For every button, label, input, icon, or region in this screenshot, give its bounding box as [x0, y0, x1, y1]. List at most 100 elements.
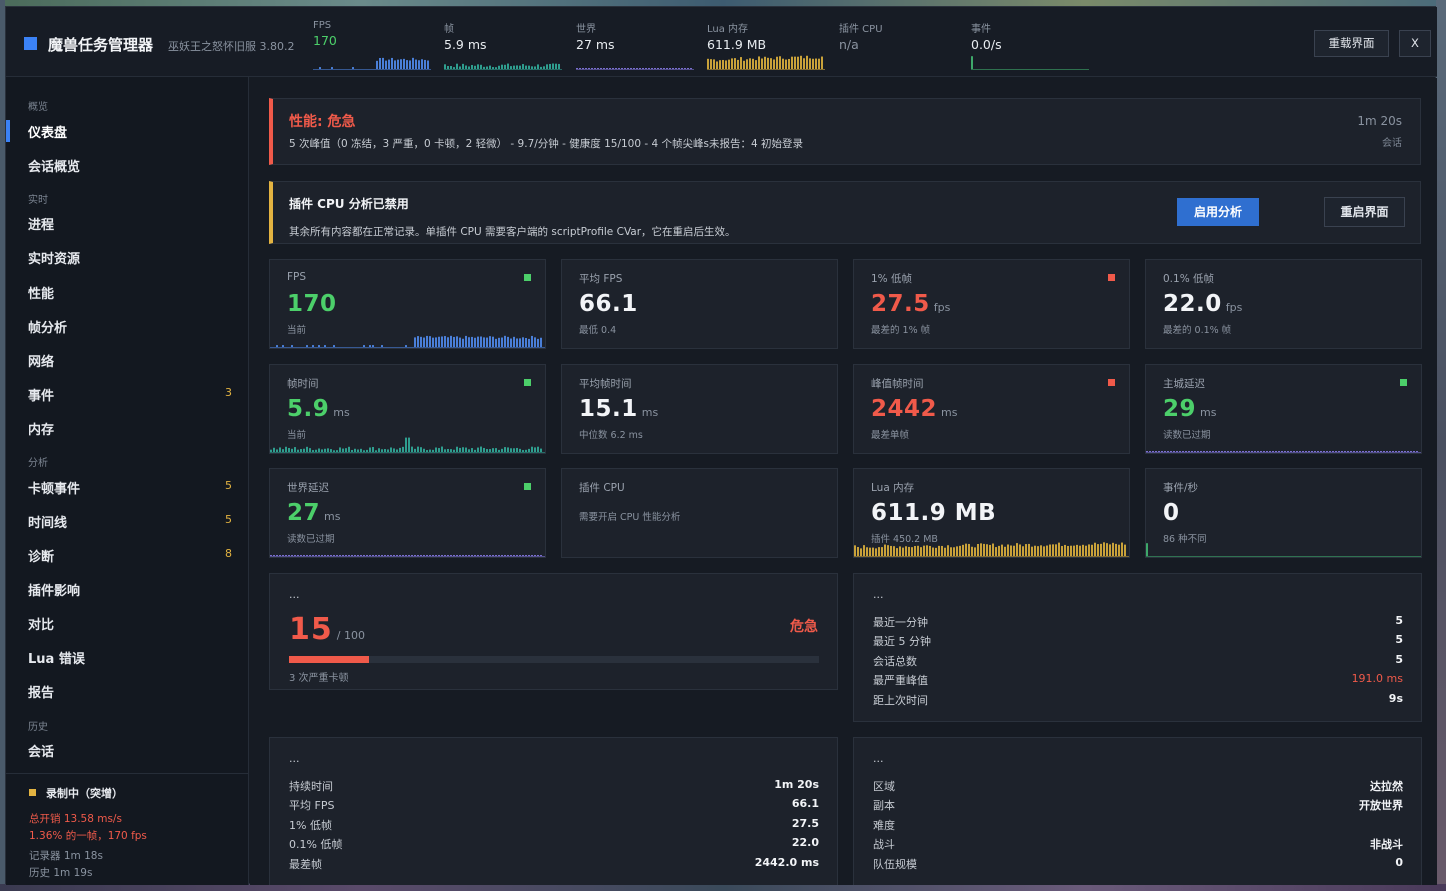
sparkline-bar [501, 337, 503, 347]
sparkline-bar [1031, 546, 1033, 556]
sparkline-bar [381, 345, 383, 347]
sidebar-item-dashboard[interactable]: 仪表盘 [28, 122, 238, 141]
enable-profiling-button[interactable]: 启用分析 [1177, 198, 1259, 226]
sidebar-item-events[interactable]: 事件 3 [28, 385, 238, 404]
sparkline-bar [324, 345, 326, 347]
sidebar-item-session-overview[interactable]: 会话概览 [28, 156, 238, 175]
sparkline-bar [968, 543, 970, 556]
sparkline-bar [980, 543, 982, 556]
sparkline-bar [525, 449, 527, 452]
sidebar-item-memory[interactable]: 内存 [28, 419, 238, 438]
sparkline-bar [348, 446, 350, 452]
sparkline-bar [1311, 451, 1313, 452]
sparkline-bar [315, 555, 317, 556]
sparkline-bar [713, 59, 715, 69]
sparkline-bar [447, 65, 449, 69]
sparkline-bar [1197, 451, 1199, 452]
sparkline-bar [962, 544, 964, 556]
sparkline-bar [411, 446, 413, 452]
sparkline-bar [462, 63, 464, 69]
card-label: 峰值帧时间 [871, 378, 924, 390]
sparkline-bar [462, 555, 464, 556]
sparkline-bar [420, 447, 422, 452]
sparkline-bar [468, 555, 470, 556]
sparkline-bar [516, 338, 518, 347]
sparkline-bar [453, 555, 455, 556]
status-dot-icon [1108, 274, 1115, 281]
sparkline-bar [1350, 451, 1352, 452]
sidebar-item-lua-errors[interactable]: Lua 错误 [28, 648, 238, 667]
sidebar-item-network[interactable]: 网络 [28, 351, 238, 370]
reload-ui-button[interactable]: 重载界面 [1314, 30, 1389, 57]
sparkline-bar [1386, 451, 1388, 452]
sparkline-bar [1112, 542, 1114, 556]
sparkline-bar [435, 447, 437, 452]
sparkline-bar [498, 65, 500, 69]
status-dot-icon [524, 483, 531, 490]
sparkline-bar [450, 335, 452, 347]
sparkline-bar [1278, 451, 1280, 452]
sparkline-bar [543, 66, 545, 69]
sidebar-item-timeline[interactable]: 时间线 5 [28, 512, 238, 531]
sparkline-bar [648, 68, 650, 69]
sparkline-bar [1007, 544, 1009, 556]
sparkline-bar [279, 555, 281, 556]
sparkline-bar [471, 64, 473, 69]
sidebar-item-compare[interactable]: 对比 [28, 614, 238, 633]
restart-ui-button[interactable]: 重启界面 [1324, 197, 1405, 227]
header-metric-lua: Lua 内存 611.9 MB [707, 20, 827, 70]
metric-card-addon-cpu: 插件 CPU 需要开启 CPU 性能分析 [561, 468, 838, 558]
background-right [1436, 0, 1446, 891]
sidebar-item-label: 网络 [28, 355, 55, 370]
sidebar-item-label: 时间线 [28, 516, 68, 531]
sparkline-bar [391, 57, 393, 69]
sparkline-bar [1158, 451, 1160, 452]
sidebar-item-hitch-events[interactable]: 卡顿事件 5 [28, 478, 238, 497]
sparkline-bar [675, 68, 677, 69]
sidebar-item-count: 3 [225, 386, 232, 399]
sidebar-item-frame-analysis[interactable]: 帧分析 [28, 317, 238, 336]
card-subtext: 最差单帧 [871, 430, 910, 441]
sparkline-bar [516, 447, 518, 452]
kv-row: 0.1% 低帧 22.0 [289, 836, 819, 854]
kv-key: 会话总数 [873, 655, 917, 668]
sidebar-item-sessions[interactable]: 会话 [28, 741, 238, 760]
card-value-number: 22.0 [1163, 291, 1222, 317]
card-unit: ms [333, 406, 350, 419]
sparkline-bar [528, 65, 530, 69]
sparkline-bar [1260, 451, 1262, 452]
sidebar-item-realtime-resources[interactable]: 实时资源 [28, 248, 238, 267]
sparkline-bar [1296, 451, 1298, 452]
close-button[interactable]: X [1399, 30, 1431, 57]
sparkline-bar [1356, 451, 1358, 452]
sparkline-bar [540, 555, 542, 556]
sparkline-bar [303, 448, 305, 452]
sidebar-item-addon-impact[interactable]: 插件影响 [28, 580, 238, 599]
sparkline-bar [486, 449, 488, 452]
kv-row: 最近 5 分钟 5 [873, 633, 1403, 651]
alert-title: 性能: 危急 [289, 114, 356, 130]
sparkline-bar [522, 64, 524, 69]
sidebar-item-diagnostics[interactable]: 诊断 8 [28, 546, 238, 565]
metric-card-peak-frame-time: 峰值帧时间 2442 ms 最差单帧 [853, 364, 1130, 454]
sparkline-bar [582, 68, 584, 69]
sidebar-item-performance[interactable]: 性能 [28, 283, 238, 302]
sparkline-bar [369, 345, 371, 347]
kv-value: 9s [1388, 692, 1403, 705]
kv-value: 1m 20s [774, 778, 819, 791]
sparkline-bar [636, 68, 638, 69]
sidebar-item-processes[interactable]: 进程 [28, 214, 238, 233]
sparkline-bar [959, 545, 961, 556]
header-bar: 魔兽任务管理器 巫妖王之怒怀旧服 3.80.2 FPS 170 帧 5.9 ms… [6, 7, 1437, 77]
sparkline-bar [483, 66, 485, 69]
metric-label: 插件 CPU [839, 24, 883, 35]
sparkline-bar [315, 449, 317, 452]
sparkline-bar [405, 345, 407, 347]
sparkline-bar [992, 543, 994, 556]
sparkline-bar [441, 336, 443, 347]
sparkline-bar [1410, 451, 1412, 452]
sidebar-item-reports[interactable]: 报告 [28, 682, 238, 701]
sparkline-bar [537, 338, 539, 347]
sparkline-bar [1079, 545, 1081, 556]
status-dot-icon [1400, 379, 1407, 386]
